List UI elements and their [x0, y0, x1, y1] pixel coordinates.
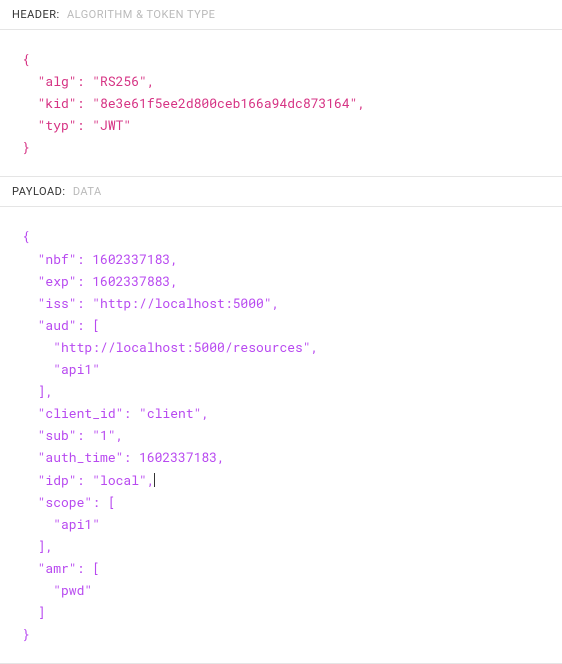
payload-section: PAYLOAD: DATA { "nbf": 1602337183, "exp"… [0, 177, 562, 664]
header-section-title-row: HEADER: ALGORITHM & TOKEN TYPE [0, 0, 562, 30]
header-title: HEADER: [12, 8, 60, 21]
payload-section-title-row: PAYLOAD: DATA [0, 177, 562, 207]
payload-title: PAYLOAD: [12, 185, 66, 198]
payload-json-block[interactable]: { "nbf": 1602337183, "exp": 1602337883, … [0, 207, 562, 663]
header-json-block[interactable]: { "alg": "RS256", "kid": "8e3e61f5ee2d80… [0, 30, 562, 176]
header-subtitle: ALGORITHM & TOKEN TYPE [67, 8, 215, 21]
header-section: HEADER: ALGORITHM & TOKEN TYPE { "alg": … [0, 0, 562, 177]
text-cursor [154, 473, 155, 487]
payload-subtitle: DATA [73, 185, 102, 198]
